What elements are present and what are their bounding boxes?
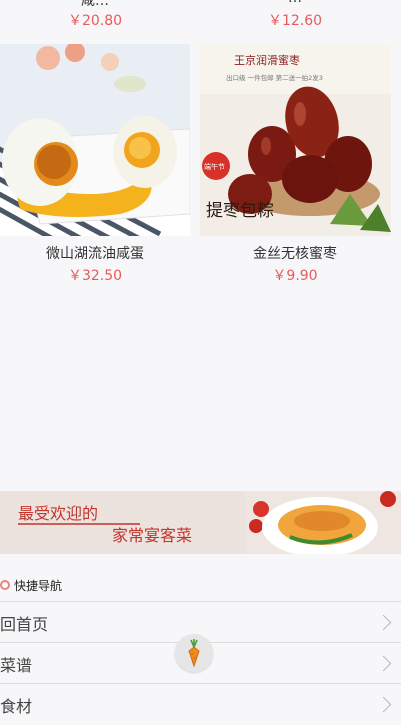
product-price: ￥9.90	[272, 268, 318, 284]
product-name[interactable]: 金丝无核蜜枣	[200, 243, 390, 263]
chevron-right-icon	[375, 696, 392, 713]
jujube-illustration: 王京润滑蜜枣 出口级 一件包邮 第二送一拍2发3 端午节 提枣包粽	[200, 44, 391, 236]
product-price: ￥32.50	[67, 268, 123, 284]
image-brand-text: 王京润滑蜜枣	[234, 53, 300, 67]
carrot-icon	[188, 639, 200, 667]
nav-item-ingredients[interactable]: 食材	[0, 683, 401, 725]
product-name[interactable]: 微山湖流油咸蛋	[0, 243, 190, 263]
banner-line2: 家常宴客菜	[112, 526, 192, 545]
nav-item-label: 菜谱	[0, 655, 33, 675]
previous-row: 咸… … ￥20.80 ￥12.60	[0, 0, 401, 44]
product-name-cut: …	[200, 0, 390, 6]
product-image-jujube[interactable]: 王京润滑蜜枣 出口级 一件包邮 第二送一拍2发3 端午节 提枣包粽	[200, 44, 391, 236]
quick-nav-title: 快捷导航	[0, 575, 62, 595]
image-badge-text: 端午节	[204, 162, 225, 171]
nav-item-label: 食材	[0, 696, 33, 716]
banner-line1: 最受欢迎的	[18, 504, 98, 523]
image-tagline-text: 出口级 一件包邮 第二送一拍2发3	[226, 73, 323, 82]
circle-bullet-icon	[0, 580, 10, 590]
image-headline-text: 提枣包粽	[206, 201, 274, 221]
product-name-cut: 咸…	[81, 0, 109, 9]
quick-nav-title-text: 快捷导航	[14, 578, 63, 593]
carrot-fab-button[interactable]	[175, 634, 213, 672]
nav-item-label: 回首页	[0, 614, 49, 634]
product-image-salted-egg[interactable]	[0, 44, 190, 236]
product-price: ￥20.80	[67, 13, 123, 29]
chevron-right-icon	[375, 614, 392, 631]
salted-egg-illustration	[0, 44, 190, 236]
product-price: ￥12.60	[267, 13, 323, 29]
chevron-right-icon	[375, 655, 392, 672]
banner-illustration: 最受欢迎的 家常宴客菜	[0, 491, 401, 554]
promo-banner[interactable]: 最受欢迎的 家常宴客菜	[0, 491, 401, 554]
